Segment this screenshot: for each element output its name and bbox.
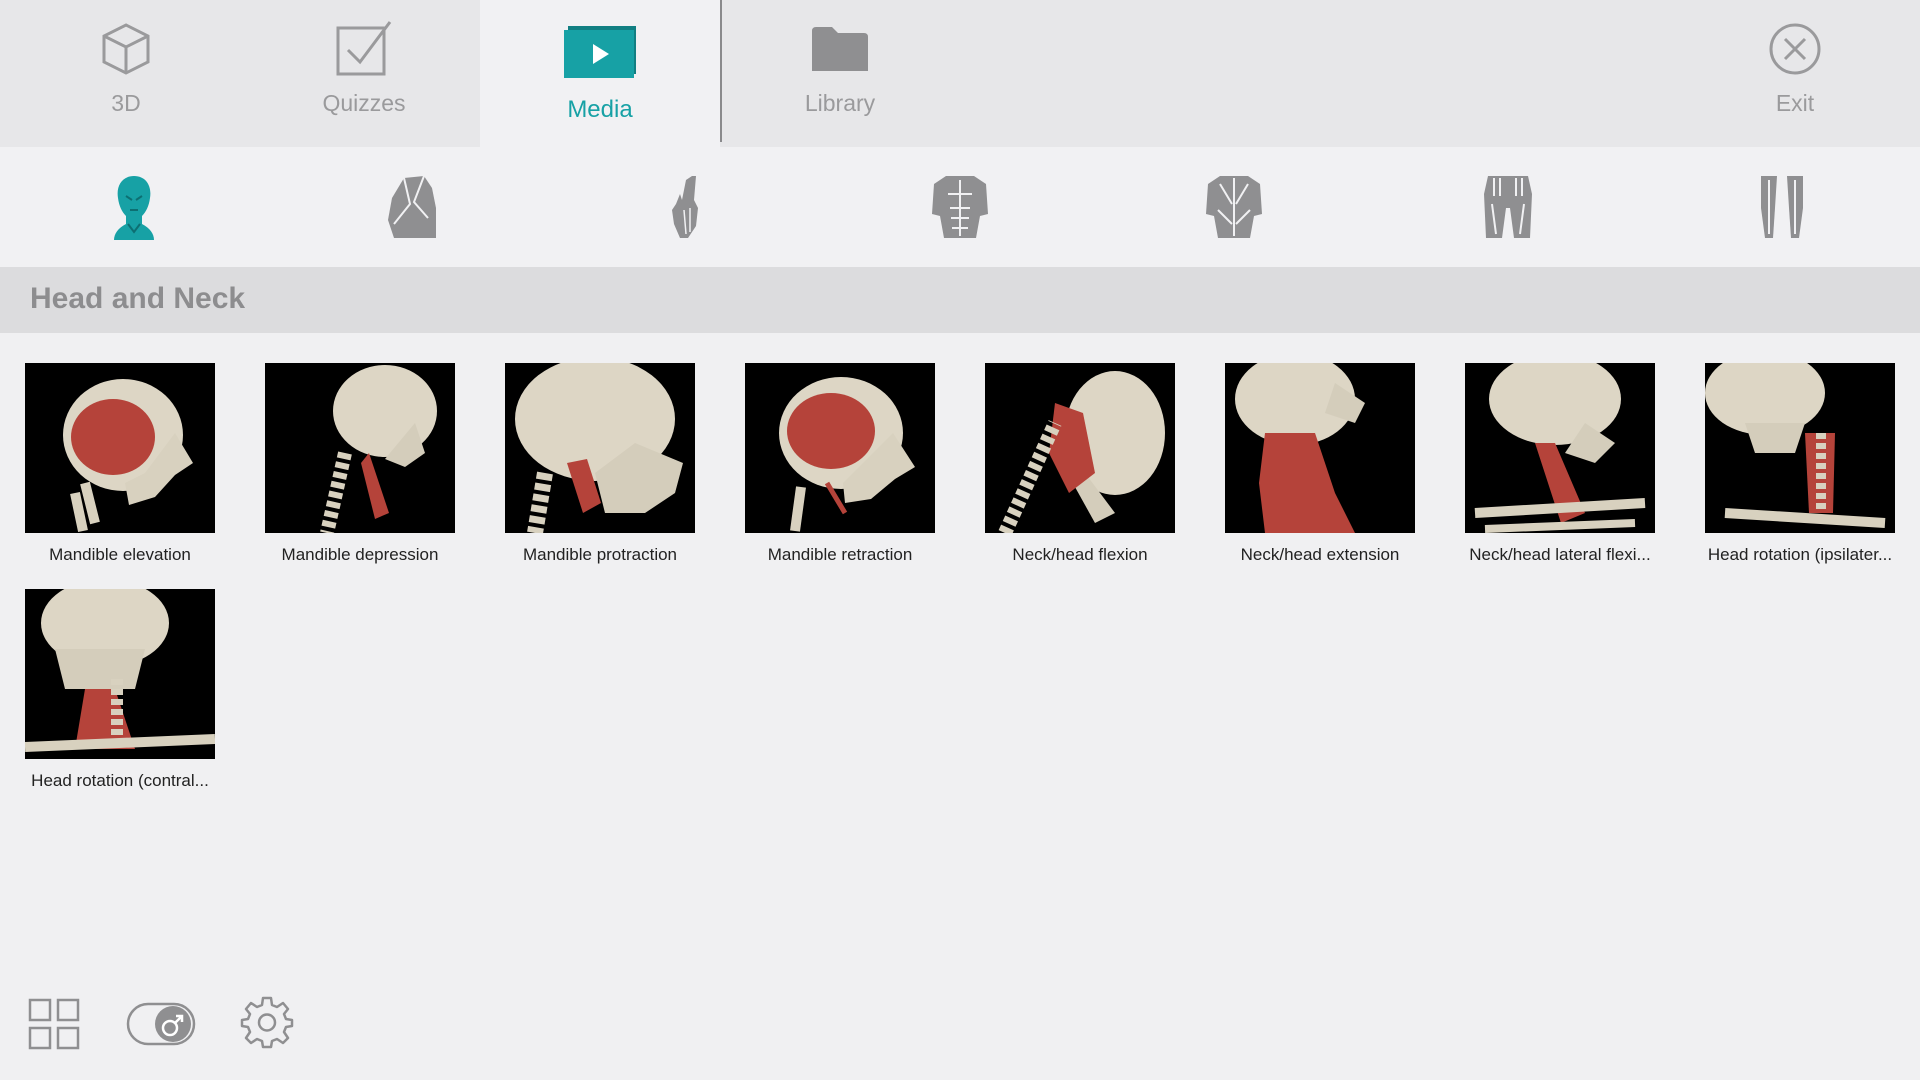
media-caption: Neck/head flexion bbox=[1012, 545, 1148, 564]
hand-icon bbox=[672, 176, 698, 238]
tab-3d-label: 3D bbox=[111, 90, 141, 116]
tab-quizzes-label: Quizzes bbox=[322, 90, 406, 116]
torso-front-icon bbox=[932, 176, 988, 238]
section-title: Head and Neck bbox=[30, 282, 246, 315]
leg-icon bbox=[1761, 176, 1803, 238]
tab-divider bbox=[720, 0, 722, 142]
region-arm-and-hand[interactable] bbox=[646, 169, 726, 245]
media-card[interactable]: Head rotation (contral... bbox=[25, 589, 215, 791]
media-caption: Mandible retraction bbox=[767, 545, 913, 564]
gear-icon bbox=[240, 996, 294, 1049]
media-thumbnail bbox=[25, 589, 215, 759]
settings-button[interactable] bbox=[240, 995, 294, 1054]
region-leg[interactable] bbox=[1742, 169, 1822, 245]
media-thumbnail bbox=[505, 363, 695, 533]
pelvis-thigh-icon bbox=[1484, 176, 1532, 238]
media-caption: Mandible depression bbox=[281, 545, 439, 564]
close-circle-icon bbox=[1767, 18, 1823, 80]
gender-toggle[interactable] bbox=[126, 1002, 196, 1051]
media-card[interactable]: Mandible elevation bbox=[25, 363, 215, 565]
top-navigation: 3D Quizzes Media Library Exit bbox=[0, 0, 1920, 147]
media-card[interactable]: Head rotation (ipsilater... bbox=[1705, 363, 1895, 565]
checkbox-icon bbox=[334, 18, 394, 80]
media-thumbnail bbox=[1705, 363, 1895, 533]
media-card[interactable]: Mandible depression bbox=[265, 363, 455, 565]
exit-label: Exit bbox=[1775, 90, 1815, 116]
grid-view-button[interactable] bbox=[28, 998, 80, 1055]
media-caption: Head rotation (contral... bbox=[31, 771, 209, 790]
male-toggle-icon bbox=[126, 1002, 196, 1046]
grid-icon bbox=[28, 998, 80, 1050]
folder-icon bbox=[810, 18, 870, 80]
play-icon bbox=[562, 24, 638, 80]
media-caption: Mandible protraction bbox=[522, 545, 678, 564]
media-caption: Mandible elevation bbox=[49, 545, 191, 564]
media-card[interactable]: Neck/head lateral flexi... bbox=[1465, 363, 1655, 565]
media-card[interactable]: Mandible retraction bbox=[745, 363, 935, 565]
tab-library[interactable]: Library bbox=[744, 0, 936, 147]
media-caption: Neck/head extension bbox=[1240, 545, 1400, 564]
media-caption: Neck/head lateral flexi... bbox=[1469, 545, 1651, 564]
media-card[interactable]: Neck/head flexion bbox=[985, 363, 1175, 565]
cube-icon bbox=[100, 18, 152, 80]
region-torso-front[interactable] bbox=[920, 169, 1000, 245]
section-header: Head and Neck bbox=[0, 267, 1920, 333]
region-head-and-neck[interactable] bbox=[94, 169, 174, 245]
media-thumbnail bbox=[985, 363, 1175, 533]
media-thumbnail bbox=[745, 363, 935, 533]
region-shoulder[interactable] bbox=[372, 169, 452, 245]
media-card[interactable]: Mandible protraction bbox=[505, 363, 695, 565]
exit-button[interactable]: Exit bbox=[1700, 0, 1890, 147]
media-thumbnail bbox=[25, 363, 215, 533]
tab-media-label: Media bbox=[567, 96, 633, 123]
head-neck-icon bbox=[114, 176, 154, 240]
shoulder-icon bbox=[388, 175, 436, 238]
media-caption: Head rotation (ipsilater... bbox=[1707, 545, 1893, 564]
region-pelvis-and-thigh[interactable] bbox=[1468, 169, 1548, 245]
tab-library-label: Library bbox=[804, 90, 876, 116]
torso-back-icon bbox=[1206, 176, 1262, 238]
tab-3d[interactable]: 3D bbox=[30, 0, 222, 147]
media-thumbnail bbox=[1465, 363, 1655, 533]
body-region-selector bbox=[0, 147, 1920, 267]
tab-media[interactable]: Media bbox=[480, 0, 720, 147]
media-thumbnail bbox=[265, 363, 455, 533]
media-card[interactable]: Neck/head extension bbox=[1225, 363, 1415, 565]
media-thumbnail bbox=[1225, 363, 1415, 533]
tab-quizzes[interactable]: Quizzes bbox=[268, 0, 460, 147]
region-torso-back[interactable] bbox=[1194, 169, 1274, 245]
